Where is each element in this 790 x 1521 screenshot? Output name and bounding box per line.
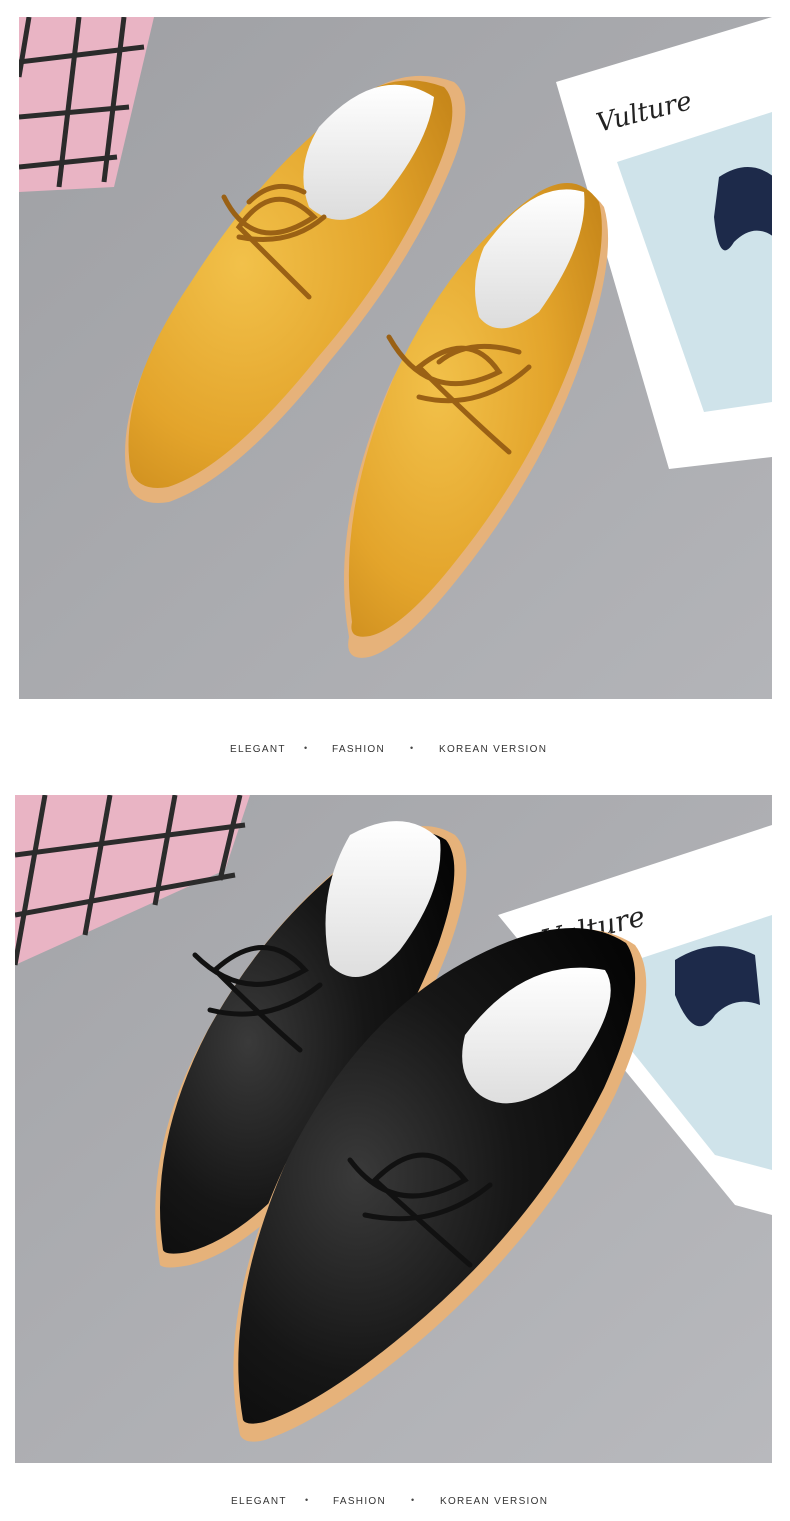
black-shoes-image: Vulture xyxy=(15,795,772,1463)
caption-item-elegant: ELEGANT xyxy=(231,1496,287,1507)
caption-item-korean-version: KOREAN VERSION xyxy=(440,1496,549,1507)
product-photo-yellow-shoes: Vulture xyxy=(19,17,772,699)
caption-separator: • xyxy=(304,743,309,753)
yellow-shoes-image: Vulture xyxy=(19,17,772,699)
caption-item-fashion: FASHION xyxy=(333,1496,386,1507)
caption-item-elegant: ELEGANT xyxy=(230,744,286,755)
caption-item-fashion: FASHION xyxy=(332,744,385,755)
caption-separator: • xyxy=(305,1495,310,1505)
caption-row: ELEGANT • FASHION • KOREAN VERSION xyxy=(0,741,790,761)
caption-row: ELEGANT • FASHION • KOREAN VERSION xyxy=(0,1493,790,1513)
product-photo-black-shoes: Vulture xyxy=(15,795,772,1463)
caption-item-korean-version: KOREAN VERSION xyxy=(439,744,548,755)
caption-separator: • xyxy=(411,1495,416,1505)
caption-separator: • xyxy=(410,743,415,753)
